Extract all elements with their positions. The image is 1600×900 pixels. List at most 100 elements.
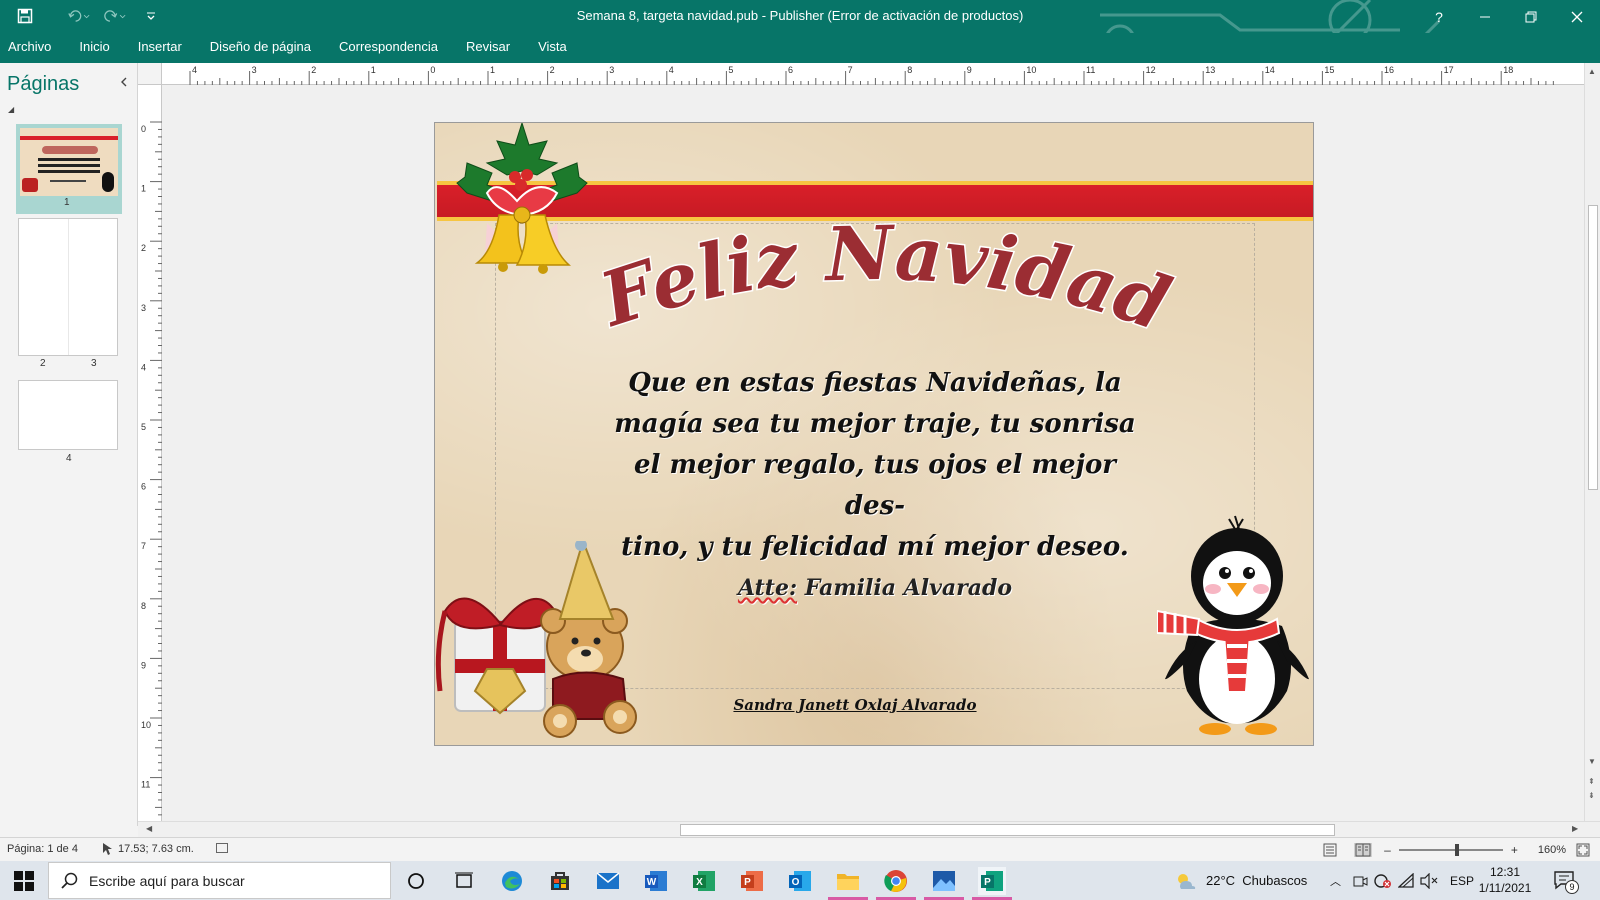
taskbar-search-input[interactable]: Escribe aquí para buscar: [48, 862, 391, 899]
pages-pane-title: Páginas: [7, 73, 80, 95]
cortana-icon[interactable]: [402, 867, 430, 895]
tab-vista[interactable]: Vista: [538, 33, 581, 63]
svg-text:O: O: [792, 877, 800, 888]
tab-revisar[interactable]: Revisar: [466, 33, 524, 63]
collapse-pane-button[interactable]: [120, 76, 128, 90]
edge-icon[interactable]: [498, 867, 526, 895]
ruler-label: 0: [141, 124, 146, 134]
chevron-left-icon: [121, 77, 127, 87]
next-page-icon[interactable]: ⇟: [1588, 791, 1595, 800]
wifi-icon[interactable]: [1398, 873, 1416, 889]
excel-icon[interactable]: X: [690, 867, 718, 895]
svg-text:X: X: [696, 877, 703, 888]
tab-inicio[interactable]: Inicio: [79, 33, 123, 63]
volume-muted-icon[interactable]: [1420, 873, 1438, 889]
vertical-ruler[interactable]: 0 1 2 3 4 5 6 7 8 9 10 11: [138, 85, 162, 831]
notifications-button[interactable]: 9: [1553, 870, 1583, 894]
christmas-card-page[interactable]: Feliz Navidad Que en estas fiestas Navid…: [434, 122, 1314, 746]
card-author[interactable]: Sandra Janett Oxlaj Alvarado: [705, 696, 1005, 714]
windows-start-icon[interactable]: [14, 871, 34, 891]
show-hidden-icons-button[interactable]: ︿: [1330, 873, 1341, 889]
weather-icon[interactable]: [1174, 871, 1198, 891]
ruler-label: 5: [141, 422, 146, 432]
task-view-icon[interactable]: [450, 867, 478, 895]
restore-button[interactable]: [1508, 0, 1554, 33]
tab-correspondencia[interactable]: Correspondencia: [339, 33, 452, 63]
card-message[interactable]: Que en estas fiestas Navideñas, la magía…: [605, 363, 1145, 568]
page-indicator[interactable]: Página: 1 de 4: [7, 843, 78, 855]
ruler-label: 2: [141, 243, 146, 253]
zoom-in-button[interactable]: +: [1511, 843, 1518, 857]
security-alert-icon[interactable]: [1374, 873, 1392, 889]
fit-page-icon[interactable]: [1576, 843, 1590, 857]
page-thumbnail-2-3[interactable]: [18, 218, 118, 356]
vertical-scrollbar[interactable]: ▲ ▼ ⇞ ⇟: [1584, 63, 1600, 821]
scroll-down-icon[interactable]: ▼: [1588, 757, 1596, 766]
language-indicator[interactable]: ESP: [1450, 874, 1474, 888]
penguin-image[interactable]: [1157, 511, 1314, 741]
object-size-icon: [216, 843, 228, 853]
zoom-slider-thumb[interactable]: [1454, 844, 1459, 856]
card-message-line: Que en estas fiestas Navideñas, la: [628, 368, 1122, 398]
two-page-view-icon[interactable]: [1354, 843, 1373, 857]
tab-diseno-pagina[interactable]: Diseño de página: [210, 33, 325, 63]
ruler-label: 4: [669, 65, 674, 75]
taskbar-clock[interactable]: 12:31 1/11/2021: [1475, 864, 1535, 896]
zoom-out-button[interactable]: –: [1384, 843, 1391, 857]
outlook-icon[interactable]: O: [786, 867, 814, 895]
svg-text:W: W: [647, 877, 657, 888]
svg-text:P: P: [984, 877, 991, 888]
feliz-navidad-title[interactable]: Feliz Navidad: [575, 218, 1195, 358]
zoom-slider[interactable]: [1398, 844, 1503, 856]
search-icon: [61, 872, 78, 889]
scroll-right-icon[interactable]: ▶: [1572, 824, 1578, 833]
ruler-label: 11: [141, 780, 150, 790]
meet-now-icon[interactable]: [1352, 873, 1368, 889]
clock-date: 1/11/2021: [1478, 881, 1532, 895]
single-page-view-icon[interactable]: [1322, 843, 1338, 857]
tab-insertar[interactable]: Insertar: [138, 33, 196, 63]
microsoft-store-icon[interactable]: [546, 867, 574, 895]
tab-archivo[interactable]: Archivo: [8, 33, 65, 63]
photos-icon[interactable]: [930, 867, 958, 895]
page-number-label: 3: [91, 358, 97, 369]
file-explorer-icon[interactable]: [834, 867, 862, 895]
ruler-label: 16: [1384, 65, 1394, 75]
expand-triangle-icon[interactable]: ◢: [8, 105, 14, 114]
powerpoint-icon[interactable]: P: [738, 867, 766, 895]
help-button[interactable]: ?: [1416, 0, 1462, 33]
previous-page-icon[interactable]: ⇞: [1588, 777, 1595, 786]
ruler-label: 3: [252, 65, 257, 75]
zoom-level[interactable]: 160%: [1538, 844, 1566, 856]
weather-text[interactable]: 22°C Chubascos: [1206, 873, 1346, 888]
horizontal-scrollbar[interactable]: ◀ ▶: [138, 821, 1600, 837]
clock-time: 12:31: [1489, 865, 1521, 879]
cursor-position: 17.53; 7.63 cm.: [118, 843, 194, 855]
scroll-up-icon[interactable]: ▲: [1588, 67, 1596, 76]
page-thumbnail-4[interactable]: [18, 380, 118, 450]
mail-icon[interactable]: [594, 867, 622, 895]
word-icon[interactable]: W: [642, 867, 670, 895]
document-canvas[interactable]: Feliz Navidad Que en estas fiestas Navid…: [162, 85, 1584, 821]
minimize-button[interactable]: [1462, 0, 1508, 33]
gift-bear-image[interactable]: [435, 541, 645, 741]
publisher-icon[interactable]: P: [978, 867, 1006, 895]
cursor-pointer-icon: [103, 843, 112, 855]
close-button[interactable]: [1554, 0, 1600, 33]
scroll-left-icon[interactable]: ◀: [146, 824, 152, 833]
card-signature[interactable]: Atte: Familia Alvarado: [695, 575, 1055, 601]
horizontal-scroll-thumb[interactable]: [680, 824, 1335, 836]
horizontal-ruler[interactable]: 4 3 2 1 0 1 2 3 4 5 6 7 8 9 10 11 12 13 14 15 16 17 18: [162, 63, 1584, 85]
ribbon-tabs: Archivo Inicio Insertar Diseño de página…: [0, 33, 1600, 63]
chrome-icon[interactable]: [882, 867, 910, 895]
ruler-label: 10: [1026, 65, 1036, 75]
page-thumbnail-1[interactable]: 1: [16, 124, 122, 214]
ruler-label: 18: [1503, 65, 1513, 75]
ruler-label: 4: [141, 362, 146, 372]
page-number-label: 1: [64, 197, 70, 208]
card-message-line: tino, y tu felicidad mí mejor deseo.: [621, 532, 1129, 562]
vertical-scroll-thumb[interactable]: [1588, 205, 1598, 490]
page-number-label: 4: [66, 453, 72, 464]
ruler-label: 1: [141, 184, 146, 194]
ruler-label: 14: [1265, 65, 1275, 75]
